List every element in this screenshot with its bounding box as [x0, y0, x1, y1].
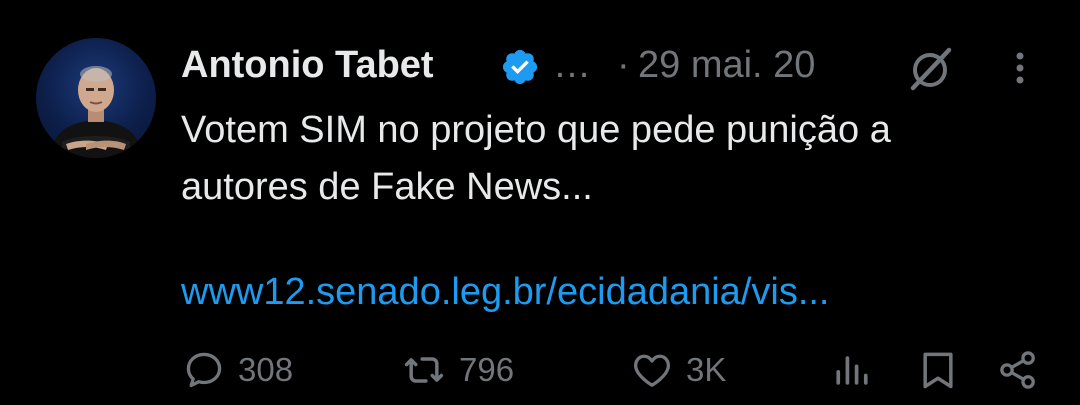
timestamp[interactable]: 29 mai. 20: [638, 44, 815, 87]
tweet-header: Antonio Tabet … · 29 mai. 20: [181, 40, 1061, 92]
reply-button[interactable]: 308: [182, 346, 293, 394]
name-truncation: …: [553, 44, 591, 86]
views-icon: [836, 356, 868, 385]
more-options-icon[interactable]: [1005, 46, 1035, 92]
like-count: 3K: [686, 351, 727, 388]
tweet-text: Votem SIM no projeto que pede punição a …: [181, 109, 891, 208]
avatar-photo: [50, 66, 142, 158]
tweet-link[interactable]: www12.senado.leg.br/ecidadania/vis...: [181, 264, 830, 321]
avatar[interactable]: [36, 38, 156, 158]
verified-badge-icon[interactable]: [500, 47, 540, 87]
reply-icon: [186, 352, 222, 388]
share-icon: [1000, 351, 1035, 389]
share-button[interactable]: [996, 346, 1040, 394]
like-icon: [634, 354, 670, 387]
repost-button[interactable]: 796: [401, 346, 514, 394]
views-button[interactable]: [830, 346, 874, 394]
tweet-card[interactable]: Antonio Tabet … · 29 mai. 20 Votem SIM n…: [0, 0, 1080, 405]
header-separator: ·: [617, 44, 630, 86]
author-name[interactable]: Antonio Tabet: [181, 44, 434, 87]
bookmark-icon: [923, 352, 953, 389]
reply-count: 308: [238, 351, 294, 388]
repost-icon: [404, 357, 444, 383]
like-button[interactable]: 3K: [630, 346, 726, 394]
grok-icon[interactable]: [905, 46, 955, 92]
repost-count: 796: [459, 351, 515, 388]
action-bar: 308 796 3K: [0, 340, 1080, 400]
bookmark-button[interactable]: [916, 346, 960, 394]
